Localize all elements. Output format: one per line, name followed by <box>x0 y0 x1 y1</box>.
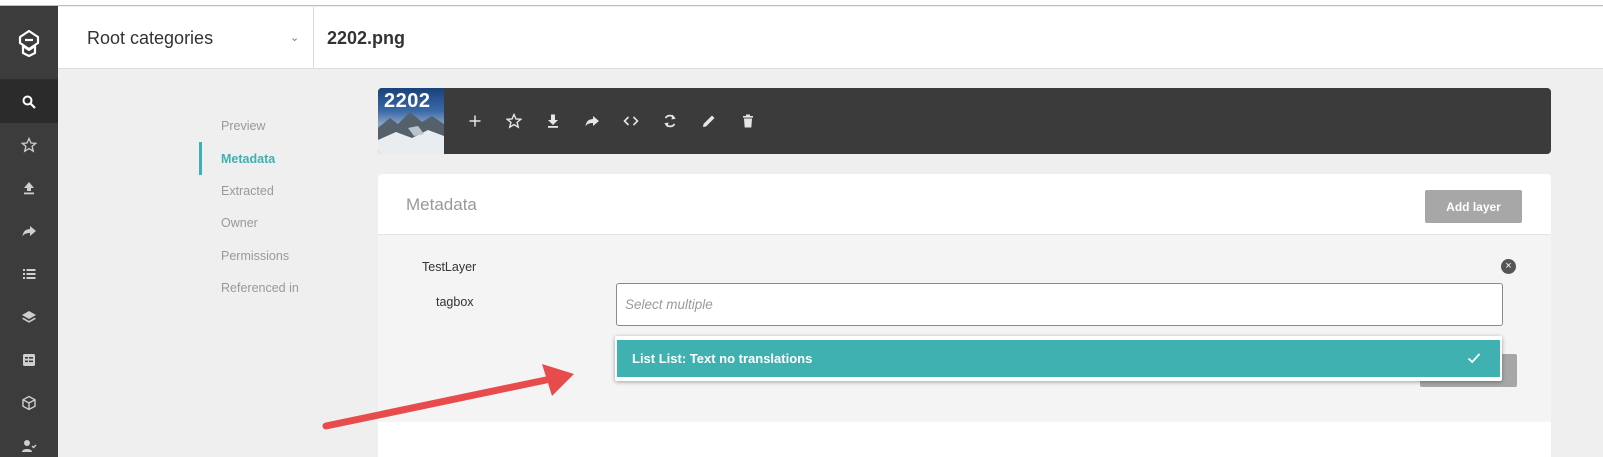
edit-icon <box>703 115 715 127</box>
asset-thumbnail[interactable]: 2202 <box>378 88 444 154</box>
metadata-title: Metadata <box>406 195 477 214</box>
table-icon <box>23 353 35 366</box>
thumbnail-label: 2202 <box>384 90 431 112</box>
app-logo[interactable] <box>0 6 58 80</box>
layers-icon <box>22 310 36 323</box>
cube-icon <box>22 395 36 410</box>
delete-button[interactable] <box>736 109 760 133</box>
favorite-button[interactable] <box>502 109 526 133</box>
section-nav: Preview Metadata Extracted Owner Permiss… <box>199 110 349 304</box>
section-nav-permissions[interactable]: Permissions <box>199 240 349 272</box>
annotation-arrow <box>322 364 574 430</box>
sidebar-item-upload[interactable] <box>0 166 58 209</box>
asset-toolbar: 2202 <box>378 88 1551 154</box>
add-layer-button[interactable]: Add layer <box>1425 190 1522 223</box>
refresh-icon <box>664 114 676 128</box>
share-button[interactable] <box>580 109 604 133</box>
sidebar-item-list[interactable] <box>0 252 58 295</box>
list-icon <box>23 268 36 279</box>
sidebar-item-search[interactable] <box>0 80 58 123</box>
download-button[interactable] <box>541 109 565 133</box>
user-check-icon <box>22 439 37 452</box>
section-nav-extracted[interactable]: Extracted <box>199 175 349 207</box>
tagbox-label: tagbox <box>436 295 474 309</box>
section-nav-metadata[interactable]: Metadata <box>199 142 349 175</box>
embed-button[interactable] <box>619 109 643 133</box>
sidebar-item-users[interactable] <box>0 424 58 457</box>
category-select[interactable]: Root categories ⌄ <box>58 7 314 69</box>
search-icon <box>22 95 36 109</box>
add-icon <box>469 115 481 127</box>
section-nav-preview[interactable]: Preview <box>199 110 349 142</box>
sidebar-item-share[interactable] <box>0 209 58 252</box>
sidebar <box>0 6 58 457</box>
dropdown-option[interactable]: List List: Text no translations <box>617 340 1500 377</box>
chevron-down-icon: ⌄ <box>290 32 300 44</box>
logo-icon <box>18 29 40 57</box>
tagbox-dropdown: List List: Text no translations <box>615 336 1502 381</box>
header: Root categories ⌄ 2202.png <box>58 7 1603 69</box>
star-icon <box>21 136 37 153</box>
remove-layer-icon[interactable]: × <box>1501 259 1516 274</box>
download-icon <box>548 114 558 128</box>
upload-icon <box>24 181 34 194</box>
embed-code-icon <box>623 116 639 126</box>
sidebar-item-favorites[interactable] <box>0 123 58 166</box>
check-icon <box>1467 353 1481 364</box>
sidebar-item-layers[interactable] <box>0 295 58 338</box>
edit-button[interactable] <box>697 109 721 133</box>
share-icon <box>22 225 36 236</box>
share-icon <box>585 116 599 127</box>
add-button[interactable] <box>463 109 487 133</box>
star-icon <box>506 113 522 129</box>
metadata-card-header: Metadata Add layer <box>378 174 1551 235</box>
sidebar-item-cube[interactable] <box>0 381 58 424</box>
trash-icon <box>743 114 753 128</box>
section-nav-referenced-in[interactable]: Referenced in <box>199 272 349 304</box>
tagbox-input[interactable] <box>616 283 1503 326</box>
section-nav-owner[interactable]: Owner <box>199 207 349 239</box>
sidebar-item-table[interactable] <box>0 338 58 381</box>
refresh-button[interactable] <box>658 109 682 133</box>
dropdown-option-label: List List: Text no translations <box>632 351 813 366</box>
category-select-value: Root categories <box>87 27 214 48</box>
page-title: 2202.png <box>327 27 406 48</box>
top-border <box>0 0 1603 6</box>
layer-name: TestLayer <box>422 260 477 274</box>
